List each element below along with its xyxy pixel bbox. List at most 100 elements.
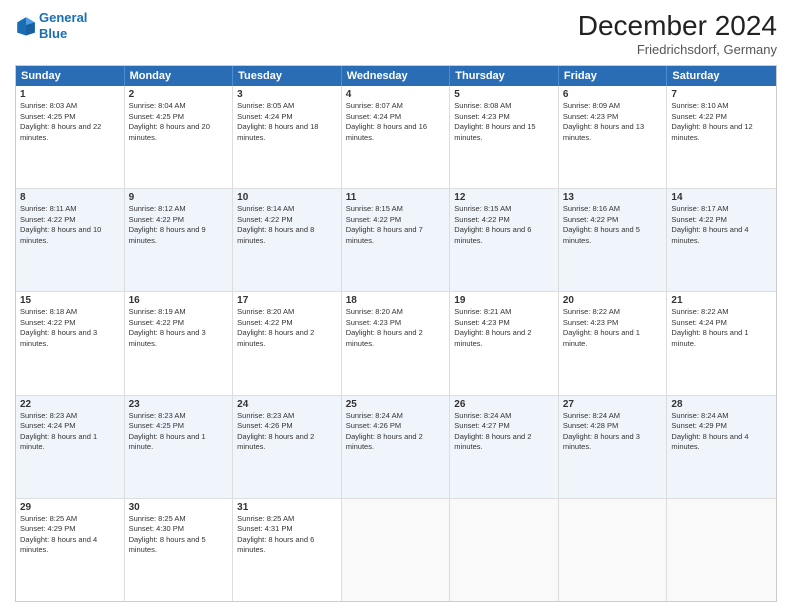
sunrise-label: Sunrise: 8:23 AM: [237, 411, 294, 420]
daylight-label: Daylight: 8 hours and 3 minutes.: [129, 328, 206, 348]
sunrise-label: Sunrise: 8:24 AM: [563, 411, 620, 420]
daylight-label: Daylight: 8 hours and 1 minute.: [563, 328, 640, 348]
day-number: 23: [129, 399, 229, 410]
sunset-label: Sunset: 4:22 PM: [129, 215, 184, 224]
header-monday: Monday: [125, 66, 234, 86]
day-info: Sunrise: 8:14 AM Sunset: 4:22 PM Dayligh…: [237, 204, 337, 246]
day-info: Sunrise: 8:23 AM Sunset: 4:24 PM Dayligh…: [20, 411, 120, 453]
day-info: Sunrise: 8:18 AM Sunset: 4:22 PM Dayligh…: [20, 307, 120, 349]
daylight-label: Daylight: 8 hours and 1 minute.: [129, 432, 206, 452]
day-info: Sunrise: 8:04 AM Sunset: 4:25 PM Dayligh…: [129, 101, 229, 143]
daylight-label: Daylight: 8 hours and 2 minutes.: [237, 432, 314, 452]
day-number: 2: [129, 89, 229, 100]
header-wednesday: Wednesday: [342, 66, 451, 86]
day-cell-23: 23 Sunrise: 8:23 AM Sunset: 4:25 PM Dayl…: [125, 396, 234, 498]
sunrise-label: Sunrise: 8:25 AM: [20, 514, 77, 523]
sunrise-label: Sunrise: 8:15 AM: [454, 204, 511, 213]
day-number: 15: [20, 295, 120, 306]
day-number: 13: [563, 192, 663, 203]
day-cell-27: 27 Sunrise: 8:24 AM Sunset: 4:28 PM Dayl…: [559, 396, 668, 498]
sunrise-label: Sunrise: 8:25 AM: [129, 514, 186, 523]
calendar-body: 1 Sunrise: 8:03 AM Sunset: 4:25 PM Dayli…: [16, 86, 776, 601]
daylight-label: Daylight: 8 hours and 4 minutes.: [671, 432, 748, 452]
sunrise-label: Sunrise: 8:23 AM: [129, 411, 186, 420]
daylight-label: Daylight: 8 hours and 12 minutes.: [671, 122, 752, 142]
week-row-2: 8 Sunrise: 8:11 AM Sunset: 4:22 PM Dayli…: [16, 189, 776, 292]
day-number: 29: [20, 502, 120, 513]
day-cell-17: 17 Sunrise: 8:20 AM Sunset: 4:22 PM Dayl…: [233, 292, 342, 394]
day-info: Sunrise: 8:20 AM Sunset: 4:22 PM Dayligh…: [237, 307, 337, 349]
day-cell-25: 25 Sunrise: 8:24 AM Sunset: 4:26 PM Dayl…: [342, 396, 451, 498]
daylight-label: Daylight: 8 hours and 13 minutes.: [563, 122, 644, 142]
empty-cell-w4-5: [559, 499, 668, 601]
header-tuesday: Tuesday: [233, 66, 342, 86]
day-info: Sunrise: 8:12 AM Sunset: 4:22 PM Dayligh…: [129, 204, 229, 246]
daylight-label: Daylight: 8 hours and 6 minutes.: [237, 535, 314, 555]
day-info: Sunrise: 8:09 AM Sunset: 4:23 PM Dayligh…: [563, 101, 663, 143]
day-cell-2: 2 Sunrise: 8:04 AM Sunset: 4:25 PM Dayli…: [125, 86, 234, 188]
day-info: Sunrise: 8:15 AM Sunset: 4:22 PM Dayligh…: [454, 204, 554, 246]
empty-cell-w4-6: [667, 499, 776, 601]
sunset-label: Sunset: 4:22 PM: [671, 215, 726, 224]
daylight-label: Daylight: 8 hours and 6 minutes.: [454, 225, 531, 245]
day-number: 3: [237, 89, 337, 100]
logo-blue: Blue: [39, 26, 87, 42]
day-info: Sunrise: 8:25 AM Sunset: 4:30 PM Dayligh…: [129, 514, 229, 556]
day-cell-30: 30 Sunrise: 8:25 AM Sunset: 4:30 PM Dayl…: [125, 499, 234, 601]
sunrise-label: Sunrise: 8:22 AM: [671, 307, 728, 316]
sunrise-label: Sunrise: 8:11 AM: [20, 204, 77, 213]
sunset-label: Sunset: 4:29 PM: [20, 524, 75, 533]
daylight-label: Daylight: 8 hours and 16 minutes.: [346, 122, 427, 142]
day-number: 24: [237, 399, 337, 410]
sunrise-label: Sunrise: 8:14 AM: [237, 204, 294, 213]
sunset-label: Sunset: 4:24 PM: [346, 112, 401, 121]
sunrise-label: Sunrise: 8:04 AM: [129, 101, 186, 110]
day-cell-21: 21 Sunrise: 8:22 AM Sunset: 4:24 PM Dayl…: [667, 292, 776, 394]
daylight-label: Daylight: 8 hours and 10 minutes.: [20, 225, 101, 245]
day-cell-6: 6 Sunrise: 8:09 AM Sunset: 4:23 PM Dayli…: [559, 86, 668, 188]
sunset-label: Sunset: 4:26 PM: [237, 421, 292, 430]
daylight-label: Daylight: 8 hours and 9 minutes.: [129, 225, 206, 245]
day-cell-14: 14 Sunrise: 8:17 AM Sunset: 4:22 PM Dayl…: [667, 189, 776, 291]
sunset-label: Sunset: 4:22 PM: [20, 318, 75, 327]
day-cell-5: 5 Sunrise: 8:08 AM Sunset: 4:23 PM Dayli…: [450, 86, 559, 188]
sunrise-label: Sunrise: 8:03 AM: [20, 101, 77, 110]
day-info: Sunrise: 8:05 AM Sunset: 4:24 PM Dayligh…: [237, 101, 337, 143]
day-number: 17: [237, 295, 337, 306]
day-number: 4: [346, 89, 446, 100]
day-info: Sunrise: 8:15 AM Sunset: 4:22 PM Dayligh…: [346, 204, 446, 246]
day-number: 14: [671, 192, 772, 203]
daylight-label: Daylight: 8 hours and 20 minutes.: [129, 122, 210, 142]
day-info: Sunrise: 8:24 AM Sunset: 4:27 PM Dayligh…: [454, 411, 554, 453]
daylight-label: Daylight: 8 hours and 5 minutes.: [129, 535, 206, 555]
sunrise-label: Sunrise: 8:24 AM: [671, 411, 728, 420]
day-info: Sunrise: 8:11 AM Sunset: 4:22 PM Dayligh…: [20, 204, 120, 246]
daylight-label: Daylight: 8 hours and 8 minutes.: [237, 225, 314, 245]
day-cell-4: 4 Sunrise: 8:07 AM Sunset: 4:24 PM Dayli…: [342, 86, 451, 188]
day-info: Sunrise: 8:08 AM Sunset: 4:23 PM Dayligh…: [454, 101, 554, 143]
day-info: Sunrise: 8:23 AM Sunset: 4:26 PM Dayligh…: [237, 411, 337, 453]
day-info: Sunrise: 8:25 AM Sunset: 4:29 PM Dayligh…: [20, 514, 120, 556]
sunset-label: Sunset: 4:24 PM: [237, 112, 292, 121]
day-number: 26: [454, 399, 554, 410]
sunrise-label: Sunrise: 8:10 AM: [671, 101, 728, 110]
daylight-label: Daylight: 8 hours and 1 minute.: [20, 432, 97, 452]
day-number: 9: [129, 192, 229, 203]
day-cell-22: 22 Sunrise: 8:23 AM Sunset: 4:24 PM Dayl…: [16, 396, 125, 498]
sunset-label: Sunset: 4:25 PM: [129, 421, 184, 430]
day-cell-24: 24 Sunrise: 8:23 AM Sunset: 4:26 PM Dayl…: [233, 396, 342, 498]
day-info: Sunrise: 8:23 AM Sunset: 4:25 PM Dayligh…: [129, 411, 229, 453]
day-cell-18: 18 Sunrise: 8:20 AM Sunset: 4:23 PM Dayl…: [342, 292, 451, 394]
daylight-label: Daylight: 8 hours and 3 minutes.: [20, 328, 97, 348]
logo-text: General Blue: [39, 10, 87, 41]
month-title: December 2024: [578, 10, 777, 42]
day-number: 10: [237, 192, 337, 203]
sunset-label: Sunset: 4:31 PM: [237, 524, 292, 533]
day-info: Sunrise: 8:24 AM Sunset: 4:29 PM Dayligh…: [671, 411, 772, 453]
sunset-label: Sunset: 4:22 PM: [346, 215, 401, 224]
sunset-label: Sunset: 4:25 PM: [20, 112, 75, 121]
sunset-label: Sunset: 4:22 PM: [20, 215, 75, 224]
daylight-label: Daylight: 8 hours and 5 minutes.: [563, 225, 640, 245]
location: Friedrichsdorf, Germany: [578, 42, 777, 57]
day-cell-13: 13 Sunrise: 8:16 AM Sunset: 4:22 PM Dayl…: [559, 189, 668, 291]
